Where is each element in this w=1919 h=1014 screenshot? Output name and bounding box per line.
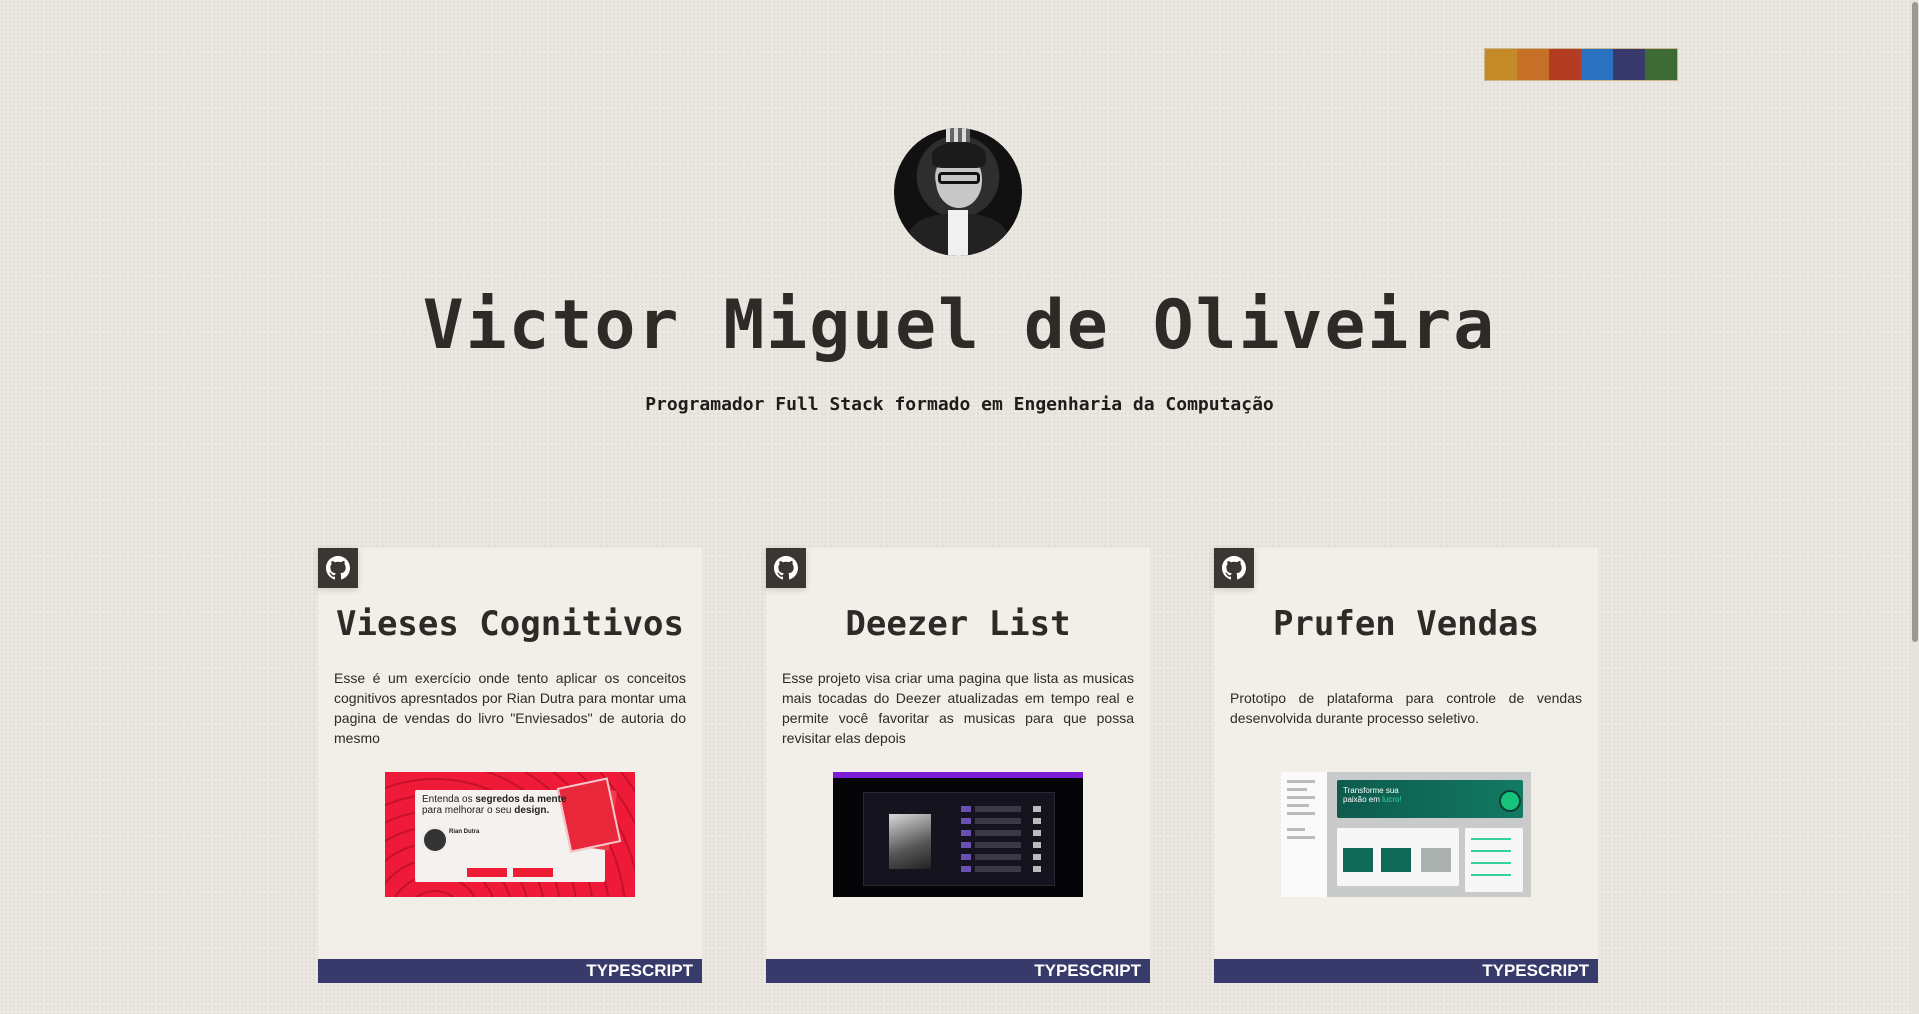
github-icon — [774, 556, 798, 580]
palette-swatch[interactable] — [1485, 49, 1517, 80]
project-thumbnail[interactable]: Transforme sua paixão em lucro! — [1281, 772, 1531, 897]
project-description: Prototipo de plataforma para controle de… — [1230, 690, 1582, 726]
color-palette — [1484, 48, 1678, 81]
project-thumbnail[interactable]: Entenda os segredos da mente para melhora… — [385, 772, 635, 897]
project-card: Deezer List Esse projeto visa criar uma … — [766, 548, 1150, 983]
palette-swatch[interactable] — [1581, 49, 1613, 80]
project-title: Deezer List — [845, 604, 1071, 644]
page-title: Victor Miguel de Oliveira — [422, 286, 1497, 365]
page-subtitle: Programador Full Stack formado em Engenh… — [645, 394, 1274, 415]
project-title: Vieses Cognitivos — [336, 604, 684, 644]
project-title: Prufen Vendas — [1272, 604, 1540, 644]
github-link[interactable] — [766, 548, 806, 588]
language-badge: TYPESCRIPT — [1214, 959, 1598, 983]
github-link[interactable] — [318, 548, 358, 588]
language-badge: TYPESCRIPT — [318, 959, 702, 983]
palette-swatch[interactable] — [1549, 49, 1581, 80]
github-link[interactable] — [1214, 548, 1254, 588]
palette-swatch[interactable] — [1517, 49, 1549, 80]
palette-swatch[interactable] — [1613, 49, 1645, 80]
project-thumbnail[interactable] — [833, 772, 1083, 897]
project-description: Esse projeto visa criar uma pagina que l… — [782, 670, 1134, 746]
palette-swatch[interactable] — [1645, 49, 1677, 80]
github-icon — [1222, 556, 1246, 580]
scrollbar[interactable] — [1911, 0, 1919, 1014]
github-icon — [326, 556, 350, 580]
avatar — [894, 128, 1022, 256]
project-card: Vieses Cognitivos Esse é um exercício on… — [318, 548, 702, 983]
project-description: Esse é um exercício onde tento aplicar o… — [334, 670, 686, 746]
language-badge: TYPESCRIPT — [766, 959, 1150, 983]
project-card: Prufen Vendas Prototipo de plataforma pa… — [1214, 548, 1598, 983]
